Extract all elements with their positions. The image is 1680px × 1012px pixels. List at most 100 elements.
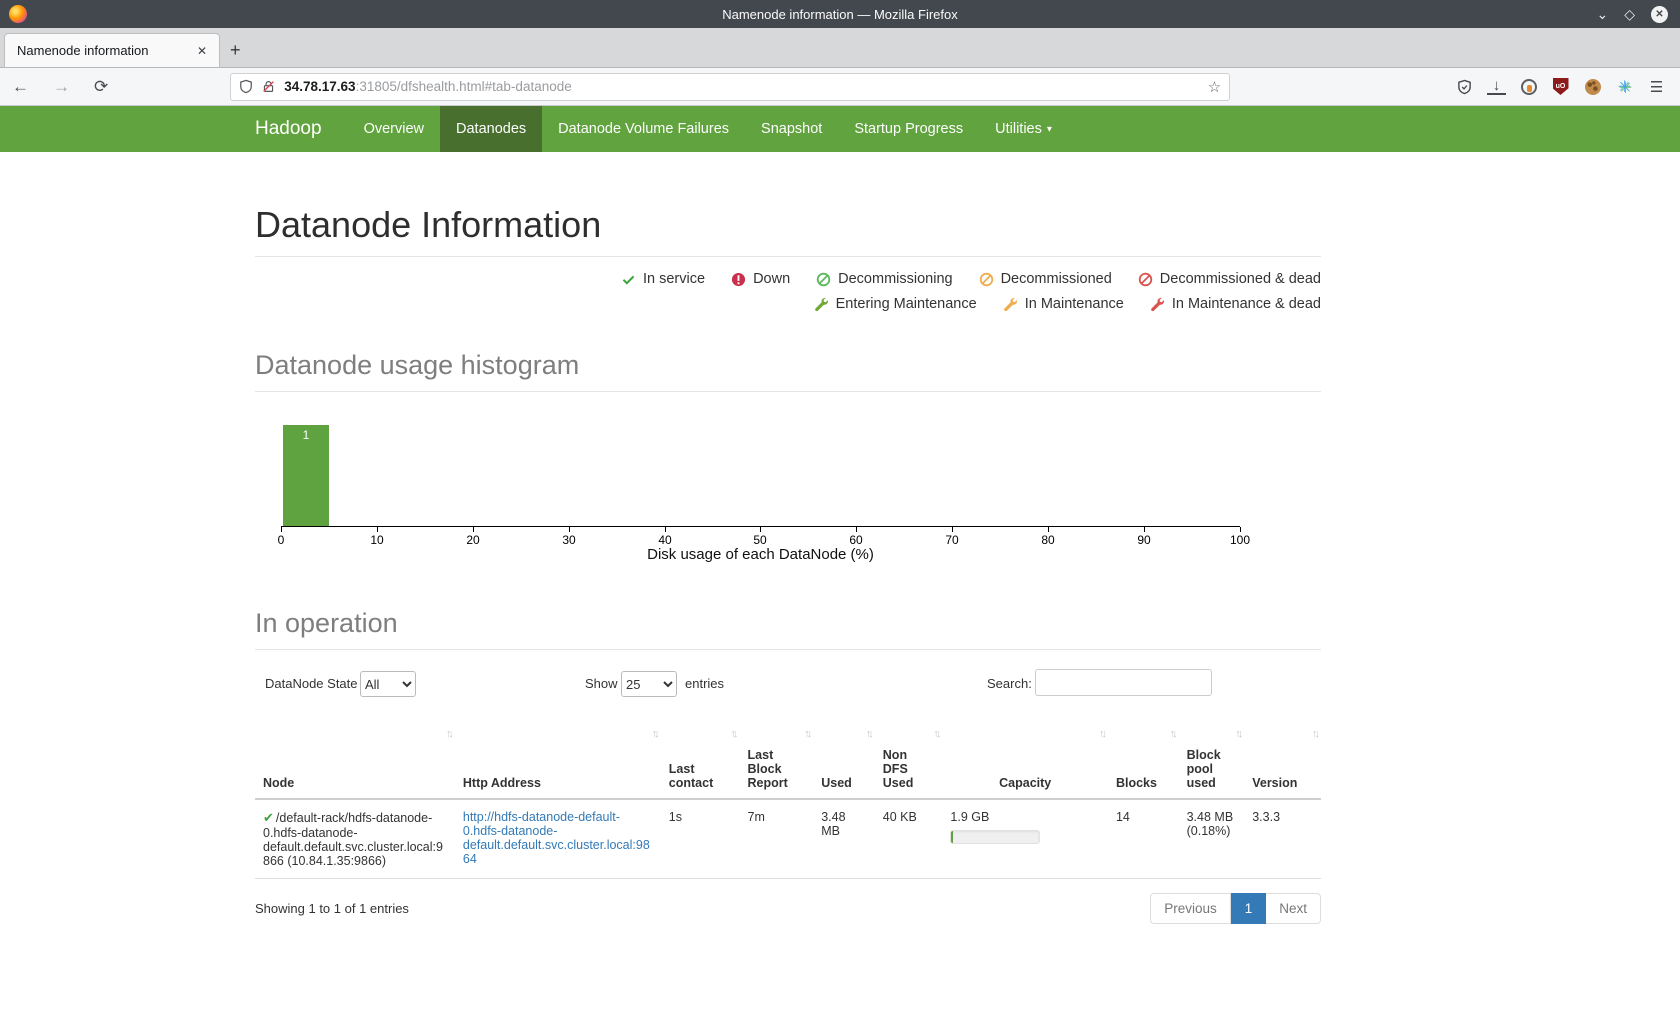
legend-decommissioning: Decommissioning (816, 271, 952, 287)
protections-shield-icon[interactable] (1455, 77, 1474, 96)
browser-toolbar: ← → ⟳ 34.78.17.63:31805/dfshealth.html#t… (0, 68, 1680, 106)
x-tick: 40 (658, 533, 671, 547)
column-header-blocks[interactable]: Blocks↑↓ (1108, 722, 1179, 799)
previous-page-button[interactable]: Previous (1150, 893, 1231, 924)
navbar-brand[interactable]: Hadoop (255, 106, 348, 152)
menu-icon[interactable]: ☰ (1647, 77, 1666, 96)
tab-close-icon[interactable]: ✕ (193, 42, 211, 60)
url-bar[interactable]: 34.78.17.63:31805/dfshealth.html#tab-dat… (230, 73, 1230, 101)
search-label: Search: (987, 676, 1032, 691)
browser-tab[interactable]: Namenode information ✕ (4, 33, 220, 67)
nav-item-datanodes[interactable]: Datanodes (440, 106, 542, 152)
forward-icon[interactable]: → (41, 77, 82, 97)
ublock-extension-icon[interactable]: uO (1551, 77, 1570, 96)
table-header-row: Node↑↓ Http Address↑↓ Last contact↑↓ Las… (255, 722, 1321, 799)
page-1-button[interactable]: 1 (1231, 893, 1267, 924)
entries-label: entries (685, 676, 724, 691)
column-header-last-contact[interactable]: Last contact↑↓ (661, 722, 740, 799)
ban-circle-icon (979, 272, 994, 287)
x-tick: 80 (1041, 533, 1054, 547)
in-service-check-icon: ✔ (263, 810, 274, 825)
x-tick: 60 (849, 533, 862, 547)
divider (255, 391, 1321, 392)
tab-title: Namenode information (17, 43, 193, 58)
operation-section-title: In operation (255, 608, 1321, 639)
pinwheel-extension-icon[interactable]: ✳ (1615, 77, 1634, 96)
nav-item-datanode-volume-failures[interactable]: Datanode Volume Failures (542, 106, 745, 152)
ban-circle-icon (816, 272, 831, 287)
table-row: ✔/default-rack/hdfs-datanode-0.hdfs-data… (255, 799, 1321, 879)
cell-capacity: 1.9 GB (942, 799, 1108, 879)
shield-permissions-icon[interactable] (239, 79, 253, 94)
window-title: Namenode information — Mozilla Firefox (0, 7, 1680, 22)
reload-icon[interactable]: ⟳ (82, 77, 120, 97)
datanode-state-legend: In service Down Decommissioning Decommis… (255, 271, 1321, 312)
x-tick: 90 (1137, 533, 1150, 547)
sort-icon: ↑↓ (1099, 728, 1104, 740)
legend-decommissioned-dead: Decommissioned & dead (1138, 271, 1321, 287)
nav-item-utilities[interactable]: Utilities ▾ (979, 106, 1068, 152)
x-tick: 50 (753, 533, 766, 547)
sort-icon: ↑↓ (652, 728, 657, 740)
legend-decommissioned: Decommissioned (979, 271, 1112, 287)
cell-used: 3.48 MB (813, 799, 875, 879)
x-tick: 100 (1230, 533, 1250, 547)
insecure-lock-icon[interactable] (262, 79, 275, 94)
divider (255, 649, 1321, 650)
x-tick: 70 (945, 533, 958, 547)
new-tab-button[interactable]: + (220, 40, 251, 67)
datanode-table: Node↑↓ Http Address↑↓ Last contact↑↓ Las… (255, 722, 1321, 879)
nav-item-utilities-label: Utilities (995, 121, 1042, 137)
ban-circle-icon (1138, 272, 1153, 287)
maximize-icon[interactable]: ◇ (1624, 7, 1635, 21)
column-header-last-block-report[interactable]: Last Block Report↑↓ (740, 722, 814, 799)
histogram-bar: 1 (283, 425, 329, 526)
cell-blocks: 14 (1108, 799, 1179, 879)
sort-icon: ↑↓ (446, 728, 451, 740)
exclamation-circle-icon (731, 272, 746, 287)
cell-non-dfs-used: 40 KB (875, 799, 943, 879)
minimize-icon[interactable]: ⌄ (1596, 7, 1608, 21)
cookie-extension-icon[interactable] (1583, 77, 1602, 96)
nav-item-overview[interactable]: Overview (348, 106, 440, 152)
datanode-usage-histogram: 1 0 10 20 30 40 50 60 70 80 90 100 Disk … (255, 410, 1321, 570)
sort-icon: ↑↓ (731, 728, 736, 740)
url-path: :31805/dfshealth.html#tab-datanode (356, 79, 572, 94)
cell-version: 3.3.3 (1244, 799, 1321, 879)
cell-block-pool-used: 3.48 MB (0.18%) (1179, 799, 1245, 879)
search-input[interactable] (1035, 669, 1212, 696)
next-page-button[interactable]: Next (1266, 893, 1321, 924)
column-header-http-address[interactable]: Http Address↑↓ (455, 722, 661, 799)
datanode-http-link[interactable]: http://hdfs-datanode-default-0.hdfs-data… (463, 810, 650, 866)
histogram-section-title: Datanode usage histogram (255, 350, 1321, 381)
column-header-version[interactable]: Version↑↓ (1244, 722, 1321, 799)
downloads-icon[interactable]: ↓ (1487, 79, 1506, 95)
wrench-icon (814, 297, 829, 312)
legend-entering-maintenance: Entering Maintenance (814, 296, 977, 312)
back-icon[interactable]: ← (0, 77, 41, 97)
legend-in-service: In service (621, 271, 705, 287)
hadoop-navbar: Hadoop Overview Datanodes Datanode Volum… (0, 106, 1680, 152)
entries-select[interactable]: 25 (621, 671, 677, 697)
wrench-icon (1150, 297, 1165, 312)
page-title: Datanode Information (255, 204, 1321, 246)
sort-icon: ↑↓ (1170, 728, 1175, 740)
histogram-bar-value: 1 (283, 428, 329, 442)
bookmark-star-icon[interactable]: ☆ (1208, 78, 1221, 96)
column-header-node[interactable]: Node↑↓ (255, 722, 455, 799)
column-header-non-dfs-used[interactable]: Non DFS Used↑↓ (875, 722, 943, 799)
nav-item-snapshot[interactable]: Snapshot (745, 106, 838, 152)
url-host: 34.78.17.63 (284, 79, 355, 94)
close-window-icon[interactable]: ✕ (1651, 6, 1668, 23)
legend-in-maintenance-dead: In Maintenance & dead (1150, 296, 1321, 312)
tab-strip: Namenode information ✕ + (0, 28, 1680, 68)
capacity-progress-bar (950, 830, 1040, 844)
nav-item-startup-progress[interactable]: Startup Progress (838, 106, 979, 152)
column-header-block-pool-used[interactable]: Block pool used↑↓ (1179, 722, 1245, 799)
column-header-used[interactable]: Used↑↓ (813, 722, 875, 799)
container-extension-icon[interactable] (1519, 77, 1538, 96)
x-tick: 10 (370, 533, 383, 547)
cell-http-address: http://hdfs-datanode-default-0.hdfs-data… (455, 799, 661, 879)
column-header-capacity[interactable]: Capacity↑↓ (942, 722, 1108, 799)
datanode-state-select[interactable]: All (360, 671, 416, 697)
